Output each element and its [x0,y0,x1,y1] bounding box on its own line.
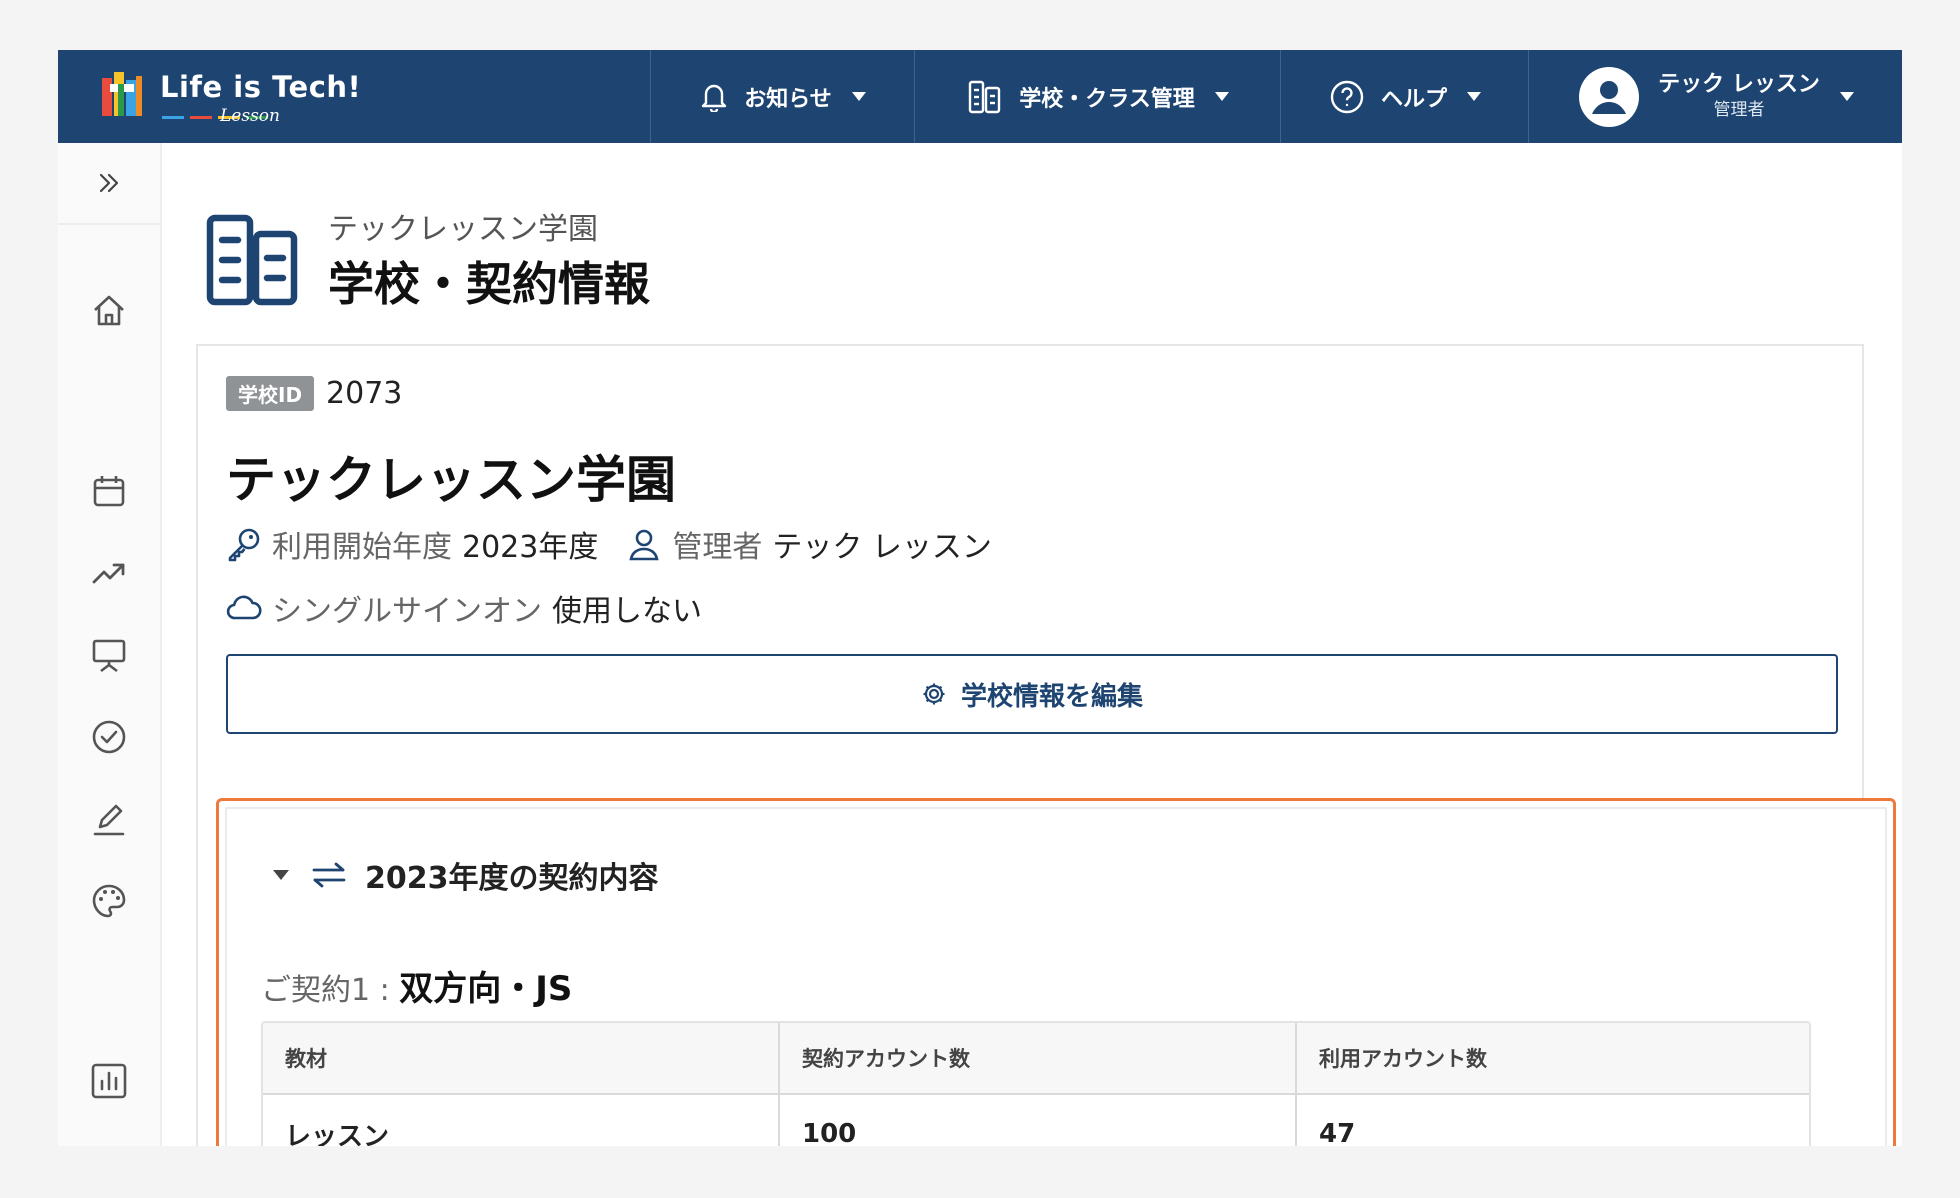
contract-heading: 2023年度の契約内容 [365,861,659,896]
sidebar-item-analytics[interactable] [89,553,129,593]
contract-name-row: ご契約1 : 双方向・JS [261,961,572,1010]
calendar-icon [93,476,125,507]
start-year-value: 2023年度 [462,530,599,565]
nav-help[interactable]: ヘルプ [1280,50,1529,143]
contract-label: ご契約1 : [261,973,400,1008]
sso-value: 使用しない [552,594,702,629]
sidebar-toggle[interactable] [58,143,160,225]
home-icon [94,295,124,326]
presentation-icon [92,639,126,673]
chevron-down-icon [1467,92,1481,101]
sso-row: シングルサインオン 使用しない [226,586,702,630]
edit-school-label: 学校情報を編集 [960,681,1143,712]
sidebar-item-edit[interactable] [89,799,129,839]
user-menu[interactable]: テック レッスン 管理者 [1528,50,1902,143]
nav-news[interactable]: お知らせ [650,50,915,143]
user-name: テック レッスン [1658,72,1820,98]
user-info: テック レッスン 管理者 [1658,72,1820,121]
logo-text: Life is Tech! [160,70,362,104]
start-year-label: 利用開始年度 [272,530,452,565]
contract-table: 教材 契約アカウント数 利用アカウント数 レッスン 100 47 [261,1021,1811,1146]
contract-toggle[interactable]: 2023年度の契約内容 [273,853,659,897]
sidebar-item-home[interactable] [89,291,129,331]
cell-used-accounts: 47 [1319,1119,1356,1146]
cell-material: レッスン [263,1095,780,1146]
column-header-material: 教材 [263,1023,780,1093]
nav-school-class[interactable]: 学校・クラス管理 [914,50,1281,143]
sidebar-item-theme[interactable] [89,881,129,921]
school-id-row: 学校ID 2073 [226,376,402,411]
breadcrumb-school: テックレッスン学園 [328,212,598,247]
avatar-icon [1579,66,1640,127]
chevron-down-icon [851,92,866,101]
top-header: Life is Tech! Lesson お知らせ 学校・クラス管理 ヘルプ テ… [58,50,1902,143]
cloud-icon [226,595,262,620]
nav-news-label: お知らせ [744,86,832,112]
gear-icon [923,683,945,705]
bell-icon [702,84,727,112]
cell-contracted-accounts: 100 [780,1095,1297,1146]
app-window: Life is Tech! Lesson お知らせ 学校・クラス管理 ヘルプ テ… [58,50,1902,1146]
admin-value: テック レッスン [772,530,992,565]
column-header-contracted: 契約アカウント数 [780,1023,1297,1093]
check-circle-icon [92,720,126,754]
nav-school-label: 学校・クラス管理 [1019,86,1195,112]
school-id-badge: 学校ID [226,376,315,411]
building-icon [206,214,298,306]
palette-icon [92,884,126,918]
logo[interactable]: Life is Tech! Lesson [100,68,362,128]
building-icon [969,80,1001,113]
logo-sub: Lesson [220,106,280,126]
school-id-value: 2073 [326,376,403,411]
bar-chart-icon [91,1063,127,1099]
edit-school-button[interactable]: 学校情報を編集 [226,654,1838,734]
contract-panel-inner: 2023年度の契約内容 ご契約1 : 双方向・JS 教材 契約アカウント数 利用… [225,807,1887,1146]
contract-panel: 2023年度の契約内容 ご契約1 : 双方向・JS 教材 契約アカウント数 利用… [216,798,1896,1146]
page-title: 学校・契約情報 [328,257,650,311]
table-header-row: 教材 契約アカウント数 利用アカウント数 [263,1023,1809,1095]
chevron-down-icon [1839,92,1854,101]
user-icon [629,529,659,561]
expand-icon [99,173,119,193]
pencil-icon [93,804,125,836]
chevron-down-icon [1214,92,1229,101]
sso-label: シングルサインオン [272,594,542,629]
table-row: レッスン 100 47 [263,1095,1809,1146]
sidebar-item-presentation[interactable] [89,635,129,675]
help-circle-icon [1330,80,1364,113]
sidebar [58,143,162,1146]
admin-label: 管理者 [672,530,763,565]
swap-icon [312,862,346,888]
sidebar-item-check[interactable] [89,717,129,757]
school-meta-row: 利用開始年度 2023年度 管理者 テック レッスン [226,522,992,566]
contract-name: 双方向・JS [399,969,573,1009]
sidebar-item-reports[interactable] [89,1061,129,1101]
logo-mark-icon [102,72,142,116]
key-icon [228,528,260,562]
column-header-used: 利用アカウント数 [1319,1047,1487,1071]
sidebar-item-calendar[interactable] [89,471,129,511]
trending-up-icon [92,563,125,584]
user-role: 管理者 [1713,100,1765,121]
nav-help-label: ヘルプ [1380,86,1447,112]
caret-down-icon [273,870,289,880]
school-name: テックレッスン学園 [226,451,676,509]
